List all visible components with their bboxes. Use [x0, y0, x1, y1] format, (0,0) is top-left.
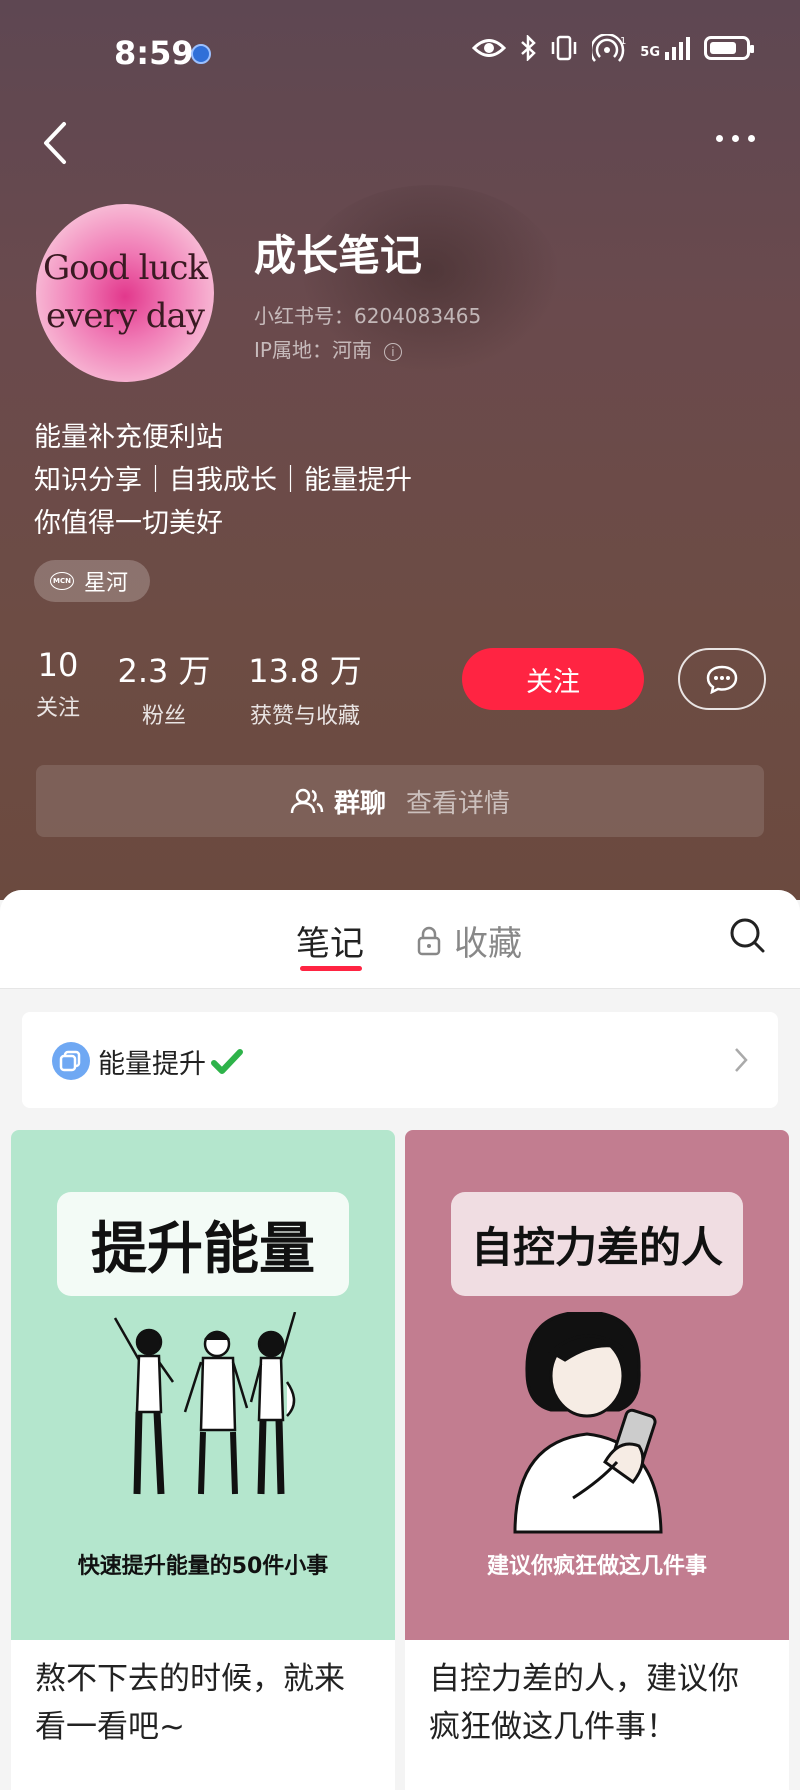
svg-text:1: 1	[620, 36, 626, 47]
group-chat-title: 群聊	[333, 788, 386, 819]
tab-favorites-label: 收藏	[454, 924, 522, 964]
bio-line: 能量补充便利站	[34, 422, 223, 453]
collection-title: 能量提升	[98, 1042, 244, 1081]
note-card[interactable]: 提升能量 快速提升能量的50件小事 熬不下去的时候，就来看一看吧~	[11, 1130, 395, 1790]
mcn-tag-label: 星河	[84, 571, 129, 596]
more-options-button[interactable]	[710, 124, 760, 152]
status-bar: 8:59 1 5G	[0, 0, 800, 110]
profile-header: 8:59 1 5G Good luck every day 成长笔记 小红书号：…	[0, 0, 800, 900]
ip-location-text: IP属地：河南	[254, 338, 372, 362]
xhs-id: 小红书号：6204083465	[254, 304, 482, 328]
bluetooth-icon	[521, 35, 537, 61]
group-chat-detail: 查看详情	[406, 788, 511, 819]
avatar[interactable]: Good luck every day	[36, 204, 214, 382]
signal-icon: 5G	[640, 36, 690, 60]
active-tab-indicator	[300, 966, 362, 971]
bio-line: 你值得一切美好	[34, 508, 223, 539]
lock-icon	[417, 926, 441, 955]
collection-title-text: 能量提升	[98, 1049, 206, 1080]
status-time: 8:59	[114, 34, 194, 72]
search-icon[interactable]	[728, 916, 766, 954]
battery-icon	[704, 36, 754, 60]
stat-likes-and-saves[interactable]: 13.8 万 获赞与收藏	[240, 646, 370, 730]
hotspot-icon: 1	[592, 34, 626, 62]
mcn-tag[interactable]: MCN 星河	[34, 560, 151, 602]
group-chat-bar[interactable]: 群聊 查看详情	[36, 765, 764, 837]
mcn-icon: MCN	[50, 572, 74, 590]
checkmark-icon	[211, 1048, 243, 1074]
stat-label: 获赞与收藏	[249, 704, 360, 729]
collection-bar[interactable]: 能量提升	[22, 1012, 778, 1108]
cover-title: 自控力差的人	[451, 1192, 743, 1296]
stat-number: 10	[37, 646, 79, 684]
note-cover: 自控力差的人 建议你疯狂做这几件事	[405, 1130, 789, 1640]
content-sheet: 笔记 收藏 能量提升 提升能量 快速提升能量的50件小事 熬不下去的时候，就来看…	[0, 890, 800, 1790]
tab-notes[interactable]: 笔记	[296, 916, 364, 965]
chat-bubble-icon	[706, 665, 738, 694]
cover-title: 提升能量	[57, 1192, 349, 1296]
note-card[interactable]: 自控力差的人 建议你疯狂做这几件事 自控力差的人，建议你疯狂做这几件事！	[405, 1130, 789, 1790]
cover-subtitle: 快速提升能量的50件小事	[77, 1554, 329, 1579]
chevron-right-icon	[735, 1048, 748, 1072]
stat-number: 2.3 万	[117, 652, 211, 690]
info-icon[interactable]: i	[383, 342, 402, 361]
stat-number: 13.8 万	[248, 652, 362, 690]
avatar-text-line1: Good luck	[42, 248, 208, 288]
people-illustration	[113, 1312, 297, 1495]
vibrate-icon	[552, 35, 577, 61]
stat-following[interactable]: 10 关注	[34, 646, 82, 722]
cover-subtitle: 建议你疯狂做这几件事	[486, 1554, 707, 1579]
avatar-text-line2: every day	[46, 296, 205, 336]
note-title: 自控力差的人，建议你疯狂做这几件事！	[429, 1661, 739, 1745]
stat-followers[interactable]: 2.3 万 粉丝	[116, 646, 212, 730]
bio-line: 知识分享｜自我成长｜能量提升	[34, 465, 412, 496]
profile-name: 成长笔记	[254, 231, 423, 280]
note-cover: 提升能量 快速提升能量的50件小事	[11, 1130, 395, 1640]
group-users-icon	[290, 788, 324, 814]
ip-location: IP属地：河南 i	[254, 334, 402, 363]
woman-phone-illustration	[513, 1312, 663, 1534]
network-label: 5G	[640, 44, 660, 60]
back-button[interactable]	[36, 118, 76, 168]
tab-favorites[interactable]: 收藏	[416, 916, 522, 965]
stat-label: 关注	[35, 696, 80, 721]
stat-label: 粉丝	[141, 704, 186, 729]
follow-button[interactable]: 关注	[462, 648, 644, 710]
status-icons: 1 5G	[472, 34, 754, 62]
eye-icon	[472, 39, 507, 57]
note-title: 熬不下去的时候，就来看一看吧~	[35, 1661, 345, 1745]
message-button[interactable]	[678, 648, 766, 710]
profile-tabs: 笔记 收藏	[0, 890, 800, 989]
collection-icon	[52, 1042, 90, 1080]
notification-icon	[191, 44, 211, 64]
